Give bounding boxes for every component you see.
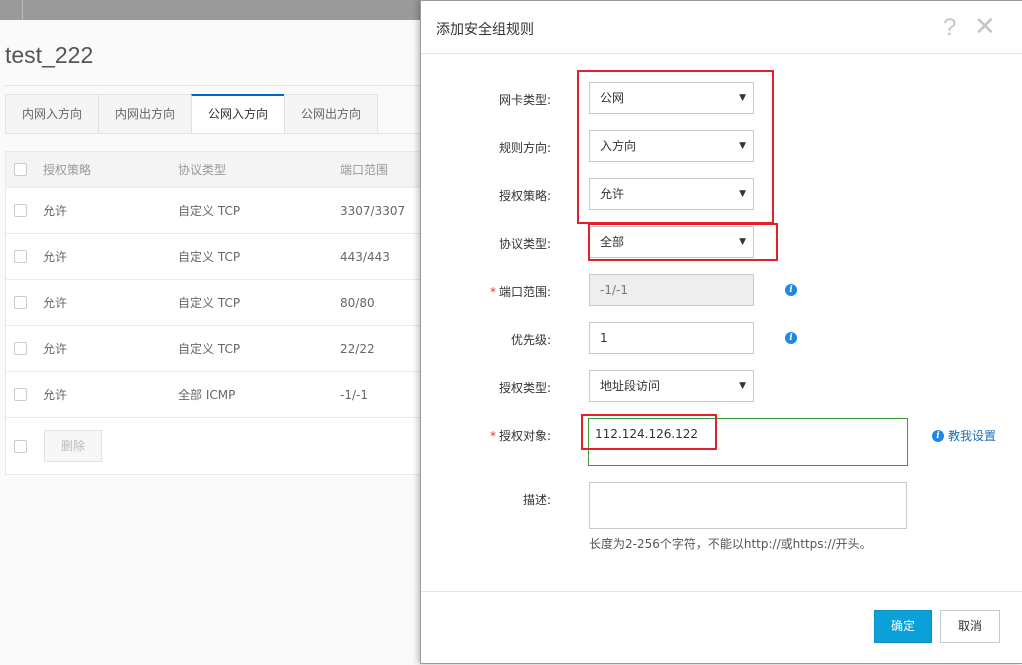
table-footer: 删除 <box>6 418 426 474</box>
row-policy: 允许 <box>43 296 68 310</box>
row-port: 443/443 <box>340 249 390 264</box>
nic-type-label: 网卡类型: <box>498 93 551 107</box>
row-checkbox[interactable] <box>14 204 27 217</box>
required-marker: * <box>489 429 496 443</box>
priority-input[interactable]: 1 <box>589 322 754 354</box>
confirm-button[interactable]: 确定 <box>874 610 932 643</box>
row-protocol: 自定义 TCP <box>178 250 241 264</box>
row-policy: 允许 <box>43 204 68 218</box>
rules-table: 授权策略 协议类型 端口范围 允许 自定义 TCP 3307/3307 允许 自… <box>5 151 427 475</box>
description-textarea[interactable] <box>589 482 907 529</box>
dialog-title: 添加安全组规则 <box>436 22 534 38</box>
dialog-header: 添加安全组规则 ? ✕ <box>421 1 1022 54</box>
row-port: 22/22 <box>340 341 375 356</box>
help-icon[interactable]: ? <box>943 14 956 42</box>
info-icon[interactable]: i <box>785 284 797 296</box>
auth-type-select[interactable]: 地址段访问 ▼ <box>589 370 754 402</box>
table-row: 允许 自定义 TCP 443/443 <box>6 234 426 280</box>
close-icon[interactable]: ✕ <box>974 11 996 42</box>
tab-internet-out[interactable]: 公网出方向 <box>284 94 379 133</box>
annotation-box <box>577 70 774 224</box>
row-policy: 允许 <box>43 388 68 402</box>
info-icon[interactable]: i <box>785 332 797 344</box>
header-port: 端口范围 <box>340 163 389 177</box>
row-checkbox[interactable] <box>14 342 27 355</box>
required-marker: * <box>489 285 496 299</box>
add-security-rule-dialog: 添加安全组规则 ? ✕ 网卡类型: 公网 ▼ 规则方向: 入方向 ▼ 授权策略:… <box>420 0 1022 664</box>
row-checkbox[interactable] <box>14 250 27 263</box>
select-all-checkbox[interactable] <box>14 163 27 176</box>
teach-me-link[interactable]: i 教我设置 <box>932 427 996 444</box>
chevron-down-icon: ▼ <box>739 381 746 391</box>
row-protocol: 自定义 TCP <box>178 296 241 310</box>
policy-label: 授权策略: <box>498 189 551 203</box>
auth-type-label: 授权类型: <box>498 381 551 395</box>
table-row: 允许 自定义 TCP 80/80 <box>6 280 426 326</box>
priority-label: 优先级: <box>510 333 551 347</box>
row-port: 80/80 <box>340 295 375 310</box>
page-title: test_222 <box>5 42 94 68</box>
table-header-row: 授权策略 协议类型 端口范围 <box>6 152 426 188</box>
description-hint: 长度为2-256个字符，不能以http://或https://开头。 <box>589 537 872 551</box>
teach-me-label: 教我设置 <box>948 429 997 443</box>
table-row: 允许 全部 ICMP -1/-1 <box>6 372 426 418</box>
title-divider <box>5 85 425 86</box>
row-policy: 允许 <box>43 250 68 264</box>
footer-divider <box>421 591 1022 592</box>
row-policy: 允许 <box>43 342 68 356</box>
auth-type-value: 地址段访问 <box>600 379 661 393</box>
row-protocol: 全部 ICMP <box>178 388 236 402</box>
row-protocol: 自定义 TCP <box>178 204 241 218</box>
description-label: 描述: <box>522 493 551 507</box>
footer-checkbox[interactable] <box>14 439 27 453</box>
tab-intranet-out[interactable]: 内网出方向 <box>98 94 193 133</box>
tab-internet-in[interactable]: 公网入方向 <box>191 94 286 133</box>
row-protocol: 自定义 TCP <box>178 342 241 356</box>
info-icon: i <box>932 429 944 442</box>
table-row: 允许 自定义 TCP 3307/3307 <box>6 188 426 234</box>
annotation-box <box>581 414 717 450</box>
header-policy: 授权策略 <box>43 163 92 177</box>
direction-label: 规则方向: <box>498 141 551 155</box>
port-range-label: * 端口范围: <box>489 285 551 299</box>
table-row: 允许 自定义 TCP 22/22 <box>6 326 426 372</box>
delete-button[interactable]: 删除 <box>44 430 102 462</box>
auth-object-label: * 授权对象: <box>489 429 551 443</box>
port-range-input: -1/-1 <box>589 274 754 306</box>
tab-intranet-in[interactable]: 内网入方向 <box>5 94 100 133</box>
row-checkbox[interactable] <box>14 296 27 309</box>
row-port: -1/-1 <box>340 387 368 402</box>
direction-tabs: 内网入方向 内网出方向 公网入方向 公网出方向 <box>5 94 379 134</box>
header-protocol: 协议类型 <box>178 163 227 177</box>
cancel-button[interactable]: 取消 <box>940 610 1000 643</box>
tabs-divider <box>5 133 425 134</box>
annotation-box <box>588 223 778 261</box>
row-port: 3307/3307 <box>340 203 406 218</box>
row-checkbox[interactable] <box>14 388 27 401</box>
protocol-label: 协议类型: <box>498 237 551 251</box>
